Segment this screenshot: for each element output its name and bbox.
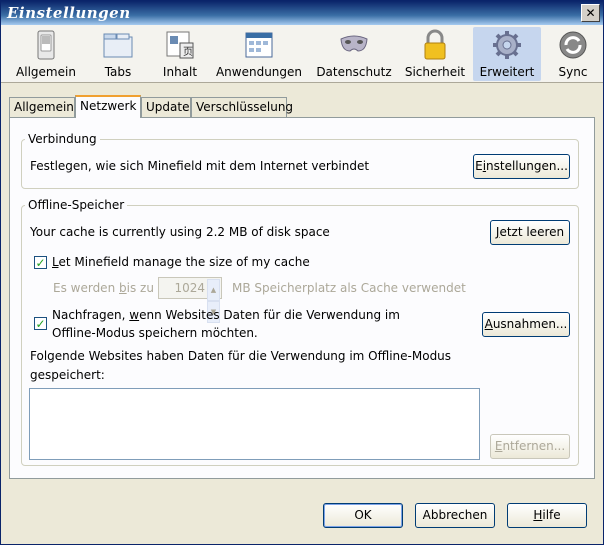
offline-sites-label-line2: gespeichert: <box>30 368 105 382</box>
toolbar-item-anwendungen[interactable]: Anwendungen <box>215 27 303 81</box>
tab-allgemein[interactable]: Allgemein <box>9 97 75 117</box>
offline-sites-label-line1: Folgende Websites haben Daten für die Ve… <box>30 349 452 363</box>
connection-description: Festlegen, wie sich Minefield mit dem In… <box>30 159 370 173</box>
manage-cache-label[interactable]: Let Minefield manage the size of my cach… <box>52 255 310 269</box>
title-bar[interactable]: Einstellungen ✕ <box>1 1 603 25</box>
ask-offline-label-line1[interactable]: Nachfragen, wenn Websites Daten für die … <box>52 308 400 322</box>
window-title: Einstellungen <box>7 4 131 22</box>
cache-size-input[interactable]: 1024 ▲ ▼ <box>158 277 222 323</box>
connection-legend: Verbindung <box>28 132 97 146</box>
tabs-icon <box>103 33 133 58</box>
spin-up-icon[interactable]: ▲ <box>207 279 220 301</box>
network-tab-panel: Verbindung Festlegen, wie sich Minefield… <box>9 117 595 479</box>
settings-window: Einstellungen ✕ Allgemein Tabs 页 Inhalt … <box>0 0 604 545</box>
toolbar-item-inhalt[interactable]: 页 Inhalt <box>157 27 203 81</box>
cache-usage-text: Your cache is currently using 2.2 MB of … <box>30 225 330 239</box>
cancel-button[interactable]: Abbrechen <box>415 503 495 528</box>
cache-limit-suffix: MB Speicherplatz als Cache verwendet <box>232 281 466 295</box>
spin-buttons[interactable]: ▲ ▼ <box>207 279 220 323</box>
connection-settings-button[interactable]: Einstellungen... <box>473 154 570 179</box>
clear-cache-button[interactable]: Jetzt leeren <box>490 220 570 245</box>
cache-limit-label: Es werden bis zu <box>53 281 154 295</box>
offline-sites-list[interactable] <box>29 388 480 460</box>
checkmark-icon: ✓ <box>35 316 46 331</box>
gear-icon <box>493 31 521 59</box>
exceptions-button[interactable]: Ausnahmen... <box>482 312 570 337</box>
close-icon: ✕ <box>585 6 596 20</box>
toolbar-item-sync[interactable]: Sync <box>553 27 593 81</box>
mask-icon <box>340 35 368 52</box>
content-icon: 页 <box>166 31 194 59</box>
toolbar-item-allgemein[interactable]: Allgemein <box>15 27 77 81</box>
sync-icon <box>559 31 587 59</box>
tab-update[interactable]: Update <box>141 97 191 117</box>
toolbar-item-datenschutz[interactable]: Datenschutz <box>315 27 393 81</box>
ask-offline-label-line2[interactable]: Offline-Modus speichern möchten. <box>52 326 258 340</box>
switch-icon <box>37 30 55 60</box>
toolbar-item-erweitert[interactable]: Erweitert <box>473 27 541 81</box>
lock-icon <box>424 29 446 60</box>
tab-netzwerk[interactable]: Netzwerk <box>75 95 141 118</box>
help-button[interactable]: Hilfe <box>507 503 587 528</box>
tab-verschluesselung[interactable]: Verschlüsselung <box>191 97 293 117</box>
close-button[interactable]: ✕ <box>581 4 600 22</box>
ask-offline-checkbox[interactable]: ✓ <box>34 317 47 330</box>
checkmark-icon: ✓ <box>35 255 46 270</box>
toolbar-item-tabs[interactable]: Tabs <box>95 27 141 81</box>
applications-icon <box>245 32 273 58</box>
toolbar-item-sicherheit[interactable]: Sicherheit <box>403 27 467 81</box>
manage-cache-checkbox[interactable]: ✓ <box>34 256 47 269</box>
preferences-toolbar: Allgemein Tabs 页 Inhalt Anwendungen Date… <box>1 25 603 83</box>
ok-button[interactable]: OK <box>323 503 403 528</box>
svg-text:页: 页 <box>183 46 193 58</box>
remove-button[interactable]: Entfernen... <box>490 434 570 459</box>
offline-storage-legend: Offline-Speicher <box>28 198 125 212</box>
